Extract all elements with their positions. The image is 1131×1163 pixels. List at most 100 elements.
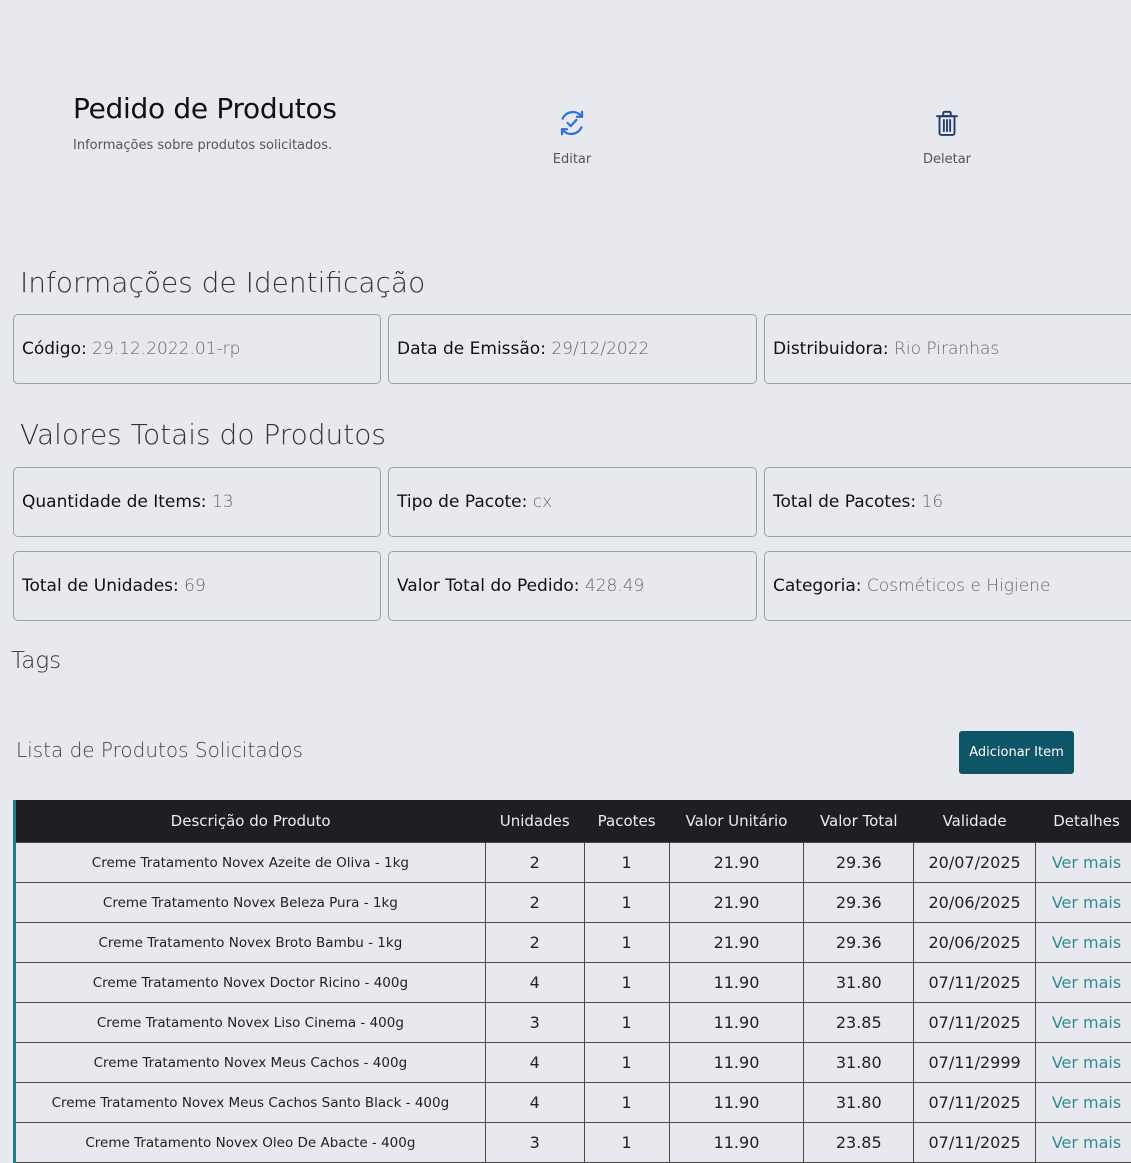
column-header-unit-price: Valor Unitário [669,800,804,843]
order-total-card: Valor Total do Pedido: 428.49 [388,551,757,621]
edit-button[interactable]: Editar [512,108,632,167]
product-description: Creme Tratamento Novex Meus Cachos Santo… [15,1083,486,1123]
product-units: 2 [485,923,584,963]
product-packages: 1 [584,1003,669,1043]
details-link[interactable]: Ver mais [1052,1133,1121,1152]
table-row: Creme Tratamento Novex Azeite de Oliva -… [15,843,1131,883]
add-item-button[interactable]: Adicionar Item [959,731,1074,774]
product-packages: 1 [584,963,669,1003]
product-list-title: Lista de Produtos Solicitados [16,738,303,762]
package-type-value: cx [533,492,552,512]
issue-date-label: Data de Emissão: [397,339,546,359]
column-header-packages: Pacotes [584,800,669,843]
details-cell: Ver mais [1036,1043,1131,1083]
distributor-card: Distribuidora: Rio Piranhas [764,314,1131,384]
product-unit-price: 11.90 [669,1123,804,1163]
column-header-expiry: Validade [914,800,1036,843]
package-type-label: Tipo de Pacote: [397,492,527,512]
total-units-card: Total de Unidades: 69 [13,551,381,621]
total-units-label: Total de Unidades: [22,576,179,596]
product-packages: 1 [584,1123,669,1163]
totals-section-title: Valores Totais do Produtos [20,418,386,451]
product-description: Creme Tratamento Novex Liso Cinema - 400… [15,1003,486,1043]
order-total-label: Valor Total do Pedido: [397,576,579,596]
code-label: Código: [22,339,87,359]
column-header-details: Detalhes [1036,800,1131,843]
product-unit-price: 21.90 [669,923,804,963]
distributor-label: Distribuidora: [773,339,889,359]
details-link[interactable]: Ver mais [1052,1093,1121,1112]
product-units: 2 [485,843,584,883]
product-total: 23.85 [804,1003,914,1043]
category-value: Cosméticos e Higiene [867,576,1051,596]
table-row: Creme Tratamento Novex Liso Cinema - 400… [15,1003,1131,1043]
items-quantity-value: 13 [212,492,234,512]
details-link[interactable]: Ver mais [1052,1013,1121,1032]
product-expiry: 20/07/2025 [914,843,1036,883]
product-unit-price: 11.90 [669,963,804,1003]
product-packages: 1 [584,883,669,923]
product-description: Creme Tratamento Novex Doctor Ricino - 4… [15,963,486,1003]
product-units: 4 [485,963,584,1003]
product-expiry: 07/11/2025 [914,963,1036,1003]
category-card: Categoria: Cosméticos e Higiene [764,551,1131,621]
product-total: 31.80 [804,1043,914,1083]
product-expiry: 20/06/2025 [914,923,1036,963]
column-header-units: Unidades [485,800,584,843]
product-total: 31.80 [804,963,914,1003]
details-cell: Ver mais [1036,923,1131,963]
table-row: Creme Tratamento Novex Beleza Pura - 1kg… [15,883,1131,923]
product-units: 2 [485,883,584,923]
details-link[interactable]: Ver mais [1052,853,1121,872]
trash-icon[interactable] [887,108,1007,138]
product-unit-price: 21.90 [669,883,804,923]
product-description: Creme Tratamento Novex Broto Bambu - 1kg [15,923,486,963]
total-units-value: 69 [184,576,206,596]
table-row: Creme Tratamento Novex Meus Cachos - 400… [15,1043,1131,1083]
product-description: Creme Tratamento Novex Meus Cachos - 400… [15,1043,486,1083]
edit-label[interactable]: Editar [512,152,632,167]
product-description: Creme Tratamento Novex Azeite de Oliva -… [15,843,486,883]
page-subtitle: Informações sobre produtos solicitados. [73,138,332,153]
issue-date-card: Data de Emissão: 29/12/2022 [388,314,757,384]
product-expiry: 20/06/2025 [914,883,1036,923]
product-packages: 1 [584,1083,669,1123]
total-packages-label: Total de Pacotes: [773,492,916,512]
delete-button[interactable]: Deletar [887,108,1007,167]
details-cell: Ver mais [1036,963,1131,1003]
product-description: Creme Tratamento Novex Beleza Pura - 1kg [15,883,486,923]
details-link[interactable]: Ver mais [1052,893,1121,912]
product-expiry: 07/11/2999 [914,1043,1036,1083]
product-packages: 1 [584,843,669,883]
issue-date-value: 29/12/2022 [551,339,649,359]
identification-section-title: Informações de Identificação [20,266,425,299]
details-cell: Ver mais [1036,883,1131,923]
product-unit-price: 21.90 [669,843,804,883]
product-units: 3 [485,1003,584,1043]
products-table: Descrição do Produto Unidades Pacotes Va… [13,800,1131,1163]
category-label: Categoria: [773,576,861,596]
details-link[interactable]: Ver mais [1052,1053,1121,1072]
details-cell: Ver mais [1036,1003,1131,1043]
table-header-row: Descrição do Produto Unidades Pacotes Va… [15,800,1131,843]
total-packages-value: 16 [922,492,944,512]
product-units: 4 [485,1083,584,1123]
column-header-total: Valor Total [804,800,914,843]
product-expiry: 07/11/2025 [914,1003,1036,1043]
refresh-icon[interactable] [512,108,632,138]
items-quantity-card: Quantidade de Items: 13 [13,467,381,537]
total-packages-card: Total de Pacotes: 16 [764,467,1131,537]
delete-label[interactable]: Deletar [887,152,1007,167]
table-row: Creme Tratamento Novex Broto Bambu - 1kg… [15,923,1131,963]
product-description: Creme Tratamento Novex Oleo De Abacte - … [15,1123,486,1163]
tags-title: Tags [11,648,61,674]
product-unit-price: 11.90 [669,1083,804,1123]
product-expiry: 07/11/2025 [914,1123,1036,1163]
product-total: 29.36 [804,923,914,963]
product-unit-price: 11.90 [669,1043,804,1083]
details-link[interactable]: Ver mais [1052,973,1121,992]
details-link[interactable]: Ver mais [1052,933,1121,952]
code-card: Código: 29.12.2022.01-rp [13,314,381,384]
package-type-card: Tipo de Pacote: cx [388,467,757,537]
product-units: 3 [485,1123,584,1163]
